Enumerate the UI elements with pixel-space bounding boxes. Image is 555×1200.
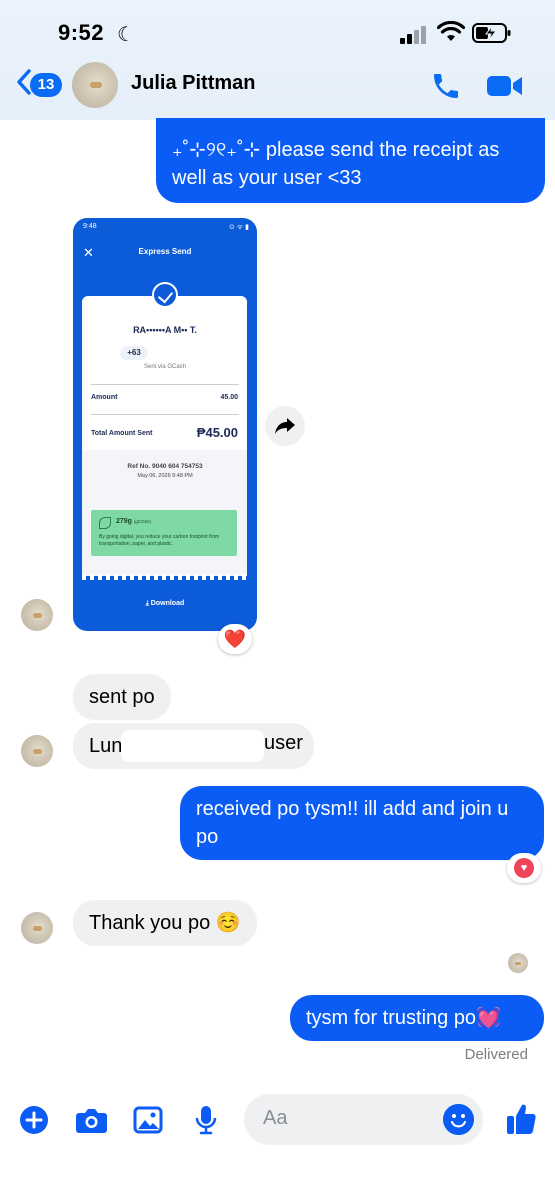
receipt-date: May 06, 2026 9:48 PM: [137, 473, 193, 479]
carbon-box: [91, 510, 237, 556]
love-reaction[interactable]: ♥: [507, 853, 541, 883]
seen-indicator-avatar: [508, 953, 528, 973]
message-text: ₊˚⊹୨୧₊˚⊹ please send the receipt as well…: [172, 139, 500, 189]
message-text-end: user: [264, 732, 303, 754]
message-input-placeholder: Aa: [263, 1107, 288, 1129]
emoji-icon[interactable]: [443, 1104, 474, 1135]
message-text: Thank you po ☺️: [89, 912, 241, 934]
receipt-amount-label: Amount: [91, 394, 118, 401]
heart-reaction[interactable]: ❤️: [218, 624, 252, 654]
message-bubble-received[interactable]: sent po: [73, 674, 171, 720]
divider: [91, 414, 239, 415]
signal-icon: [400, 24, 430, 44]
battery-charging-icon: [472, 23, 511, 43]
receipt-status-icons: ⊙ ᯤ ▮: [229, 224, 249, 231]
receipt-sent-via: Sent via GCash: [143, 364, 187, 370]
microphone-icon[interactable]: [191, 1105, 221, 1135]
contact-avatar[interactable]: [21, 735, 53, 767]
divider: [91, 384, 239, 385]
message-text: received po tysm!! ill add and join u po: [196, 798, 509, 848]
receipt-recipient: RA••••••A M•• T.: [133, 325, 197, 335]
message-bubble-sent[interactable]: received po tysm!! ill add and join u po: [180, 786, 544, 860]
video-icon[interactable]: [486, 72, 524, 100]
receipt-title: Express Send: [138, 247, 192, 256]
receipt-status-time: 9:48: [83, 223, 97, 230]
delivery-status: Delivered: [464, 1046, 528, 1063]
message-bubble-received[interactable]: Thank you po ☺️: [73, 900, 257, 946]
carbon-unit: (gCO2e): [133, 519, 152, 524]
wifi-icon: [437, 21, 465, 41]
download-label: Download: [150, 600, 185, 607]
plus-icon[interactable]: [19, 1105, 49, 1135]
contact-name[interactable]: Julia Pittman: [131, 72, 255, 95]
message-bubble-sent[interactable]: ₊˚⊹୨୧₊˚⊹ please send the receipt as well…: [156, 118, 545, 203]
receipt-image[interactable]: 9:48 ⊙ ᯤ ▮ ✕ Express Send RA••••••A M•• …: [73, 218, 257, 631]
message-bubble-sent[interactable]: tysm for trusting po💓: [290, 995, 544, 1041]
receipt-total-value: ₱45.00: [196, 425, 238, 440]
message-text: tysm for trusting po💓: [306, 1007, 501, 1029]
back-unread-badge[interactable]: 13: [30, 73, 62, 97]
image-icon[interactable]: [133, 1105, 163, 1135]
contact-avatar[interactable]: [72, 62, 118, 108]
phone-icon[interactable]: [430, 70, 462, 102]
receipt-download: ⤓ Download: [145, 600, 185, 607]
share-icon[interactable]: [265, 406, 305, 446]
carbon-value: 279g: [116, 518, 132, 525]
check-icon: [152, 282, 178, 308]
carbon-grams: 279g (gCO2e): [116, 518, 151, 525]
receipt-edge: [82, 574, 247, 580]
redaction: [121, 730, 264, 762]
contact-avatar[interactable]: [21, 599, 53, 631]
heart-icon: ♥: [514, 858, 534, 878]
moon-icon: ☾: [117, 24, 135, 46]
receipt-phone: +63: [120, 346, 148, 360]
contact-avatar[interactable]: [21, 912, 53, 944]
carbon-text: By going digital, you reduce your carbon…: [99, 534, 220, 547]
thumbs-up-icon[interactable]: [505, 1102, 537, 1136]
leaf-icon: [99, 517, 111, 529]
message-text: sent po: [89, 686, 155, 708]
status-time: 9:52: [58, 20, 105, 45]
camera-icon[interactable]: [75, 1105, 108, 1135]
receipt-total-label: Total Amount Sent: [91, 430, 153, 437]
receipt-amount-value: 45.00: [220, 394, 238, 401]
receipt-ref: Ref No. 9040 604 754753: [127, 463, 203, 470]
